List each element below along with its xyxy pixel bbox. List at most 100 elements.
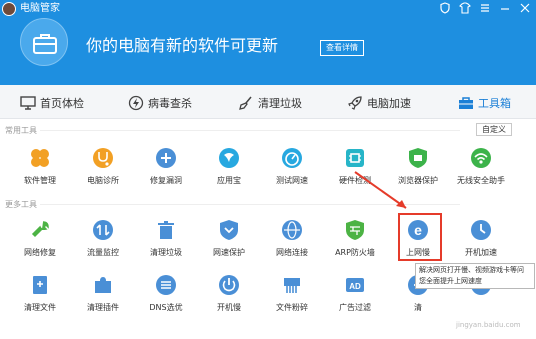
tab-label: 电脑加速 — [367, 97, 411, 110]
boot-speed-icon — [470, 219, 492, 241]
power-slow-icon — [218, 274, 240, 296]
appstore-icon — [218, 147, 240, 169]
speedometer-icon — [281, 147, 303, 169]
app-title: 电脑管家 — [20, 3, 60, 14]
puzzle-icon — [92, 274, 114, 296]
trash-icon — [155, 219, 177, 241]
monitor-icon — [20, 96, 36, 110]
tab-pc-speedup[interactable]: 电脑加速 — [347, 93, 411, 113]
tool-dns[interactable]: DNS选优 — [136, 274, 196, 320]
wrench-icon — [29, 219, 51, 241]
tool-label: 清理文件 — [24, 303, 56, 312]
tool-wifi[interactable]: 无线安全助手 — [451, 147, 511, 193]
highlight-box — [398, 213, 442, 261]
window-controls — [438, 2, 532, 16]
tool-label: 开机慢 — [217, 303, 241, 312]
tool-globe[interactable]: 网络连接 — [262, 219, 322, 265]
tool-traffic[interactable]: 流量监控 — [73, 219, 133, 265]
tool-arp-firewall[interactable]: ARP防火墙 — [325, 219, 385, 265]
app-logo — [2, 2, 16, 16]
globe-icon — [281, 219, 303, 241]
tool-stethoscope[interactable]: 电脑诊所 — [73, 147, 133, 193]
stethoscope-icon — [92, 147, 114, 169]
shield-icon[interactable] — [438, 2, 452, 16]
close-icon[interactable] — [518, 2, 532, 16]
rocket-icon — [348, 96, 362, 110]
tool-label: 测试网速 — [276, 176, 308, 185]
tool-power-slow[interactable]: 开机慢 — [199, 274, 259, 320]
view-details-button[interactable]: 查看详情 — [320, 40, 364, 56]
tool-label: DNS选优 — [149, 303, 183, 312]
section-divider — [40, 130, 460, 131]
tab-label: 病毒查杀 — [148, 97, 192, 110]
software-manager-icon — [29, 147, 51, 169]
tool-label: 清理垃圾 — [150, 248, 182, 257]
file-clean-icon — [29, 274, 51, 296]
ad-filter-icon: AD — [344, 274, 366, 296]
minimize-icon[interactable] — [498, 2, 512, 16]
tool-shield-chevron[interactable]: 网速保护 — [199, 219, 259, 265]
toolbox-emblem — [20, 18, 68, 66]
shield-chevron-icon — [218, 219, 240, 241]
watermark: jingyan.baidu.com — [456, 321, 521, 329]
tooltip-line2: 您全面提升上网速度 — [419, 277, 482, 285]
tooltip-line1: 解决网页打开慢、视频游戏卡等问 — [419, 266, 524, 274]
tooltip: 解决网页打开慢、视频游戏卡等问 您全面提升上网速度 — [415, 263, 535, 289]
menu-icon[interactable] — [478, 2, 492, 16]
main-nav: 首页体检 病毒查杀 清理垃圾 电脑加速 工具箱 — [0, 85, 536, 119]
tool-label: 电脑诊所 — [87, 176, 119, 185]
tool-label: 网络修复 — [24, 248, 56, 257]
svg-text:AD: AD — [349, 282, 361, 291]
tool-trash[interactable]: 清理垃圾 — [136, 219, 196, 265]
tool-puzzle[interactable]: 清理插件 — [73, 274, 133, 320]
tool-boot-speed[interactable]: 开机加速 — [451, 219, 511, 265]
browser-shield-icon — [407, 147, 429, 169]
tab-label: 清理垃圾 — [258, 97, 302, 110]
tool-ad-filter[interactable]: AD 广告过滤 — [325, 274, 385, 320]
tool-wrench[interactable]: 网络修复 — [10, 219, 70, 265]
tool-file-clean[interactable]: 清理文件 — [10, 274, 70, 320]
update-headline: 你的电脑有新的软件可更新 — [86, 36, 279, 55]
tool-label: 文件粉碎 — [276, 303, 308, 312]
tool-speedometer[interactable]: 测试网速 — [262, 147, 322, 193]
tool-label: 网速保护 — [213, 248, 245, 257]
toolbox-icon — [459, 97, 473, 109]
chip-icon — [344, 147, 366, 169]
tshirt-icon[interactable] — [458, 2, 472, 16]
customize-button[interactable]: 自定义 — [476, 123, 512, 136]
tab-label: 首页体检 — [40, 97, 84, 110]
tab-clean-junk[interactable]: 清理垃圾 — [238, 93, 302, 113]
tool-label: 清理插件 — [87, 303, 119, 312]
briefcase-icon — [33, 34, 57, 54]
wifi-icon — [470, 147, 492, 169]
tool-label: 应用宝 — [217, 176, 241, 185]
title-bar: 电脑管家 — [0, 0, 536, 18]
traffic-icon — [92, 219, 114, 241]
tab-label: 工具箱 — [478, 97, 511, 110]
tool-shredder[interactable]: 文件粉碎 — [262, 274, 322, 320]
tab-virus-scan[interactable]: 病毒查杀 — [128, 93, 192, 113]
tool-label: 网络连接 — [276, 248, 308, 257]
tab-home-checkup[interactable]: 首页体检 — [20, 93, 84, 113]
patch-icon — [155, 147, 177, 169]
tool-appstore[interactable]: 应用宝 — [199, 147, 259, 193]
tab-toolbox[interactable]: 工具箱 — [458, 93, 511, 113]
header-banner: 电脑管家 你的电脑有新的软件可更新 查看详情 — [0, 0, 536, 85]
tool-software-manager[interactable]: 软件管理 — [10, 147, 70, 193]
red-arrow-annotation — [354, 171, 407, 209]
tool-label: 流量监控 — [87, 248, 119, 257]
section-title-more: 更多工具 — [5, 200, 37, 209]
shredder-icon — [281, 274, 303, 296]
tool-label: 开机加速 — [465, 248, 497, 257]
tool-label: 广告过滤 — [339, 303, 371, 312]
lightning-icon — [128, 95, 144, 111]
tool-patch[interactable]: 修复漏洞 — [136, 147, 196, 193]
tool-label: 无线安全助手 — [457, 176, 505, 185]
dns-icon — [155, 274, 177, 296]
tool-label: 清 — [414, 303, 422, 312]
tool-label: 软件管理 — [24, 176, 56, 185]
section-title-common: 常用工具 — [5, 126, 37, 135]
arp-firewall-icon — [344, 219, 366, 241]
broom-icon — [239, 96, 252, 110]
tool-label: 修复漏洞 — [150, 176, 182, 185]
